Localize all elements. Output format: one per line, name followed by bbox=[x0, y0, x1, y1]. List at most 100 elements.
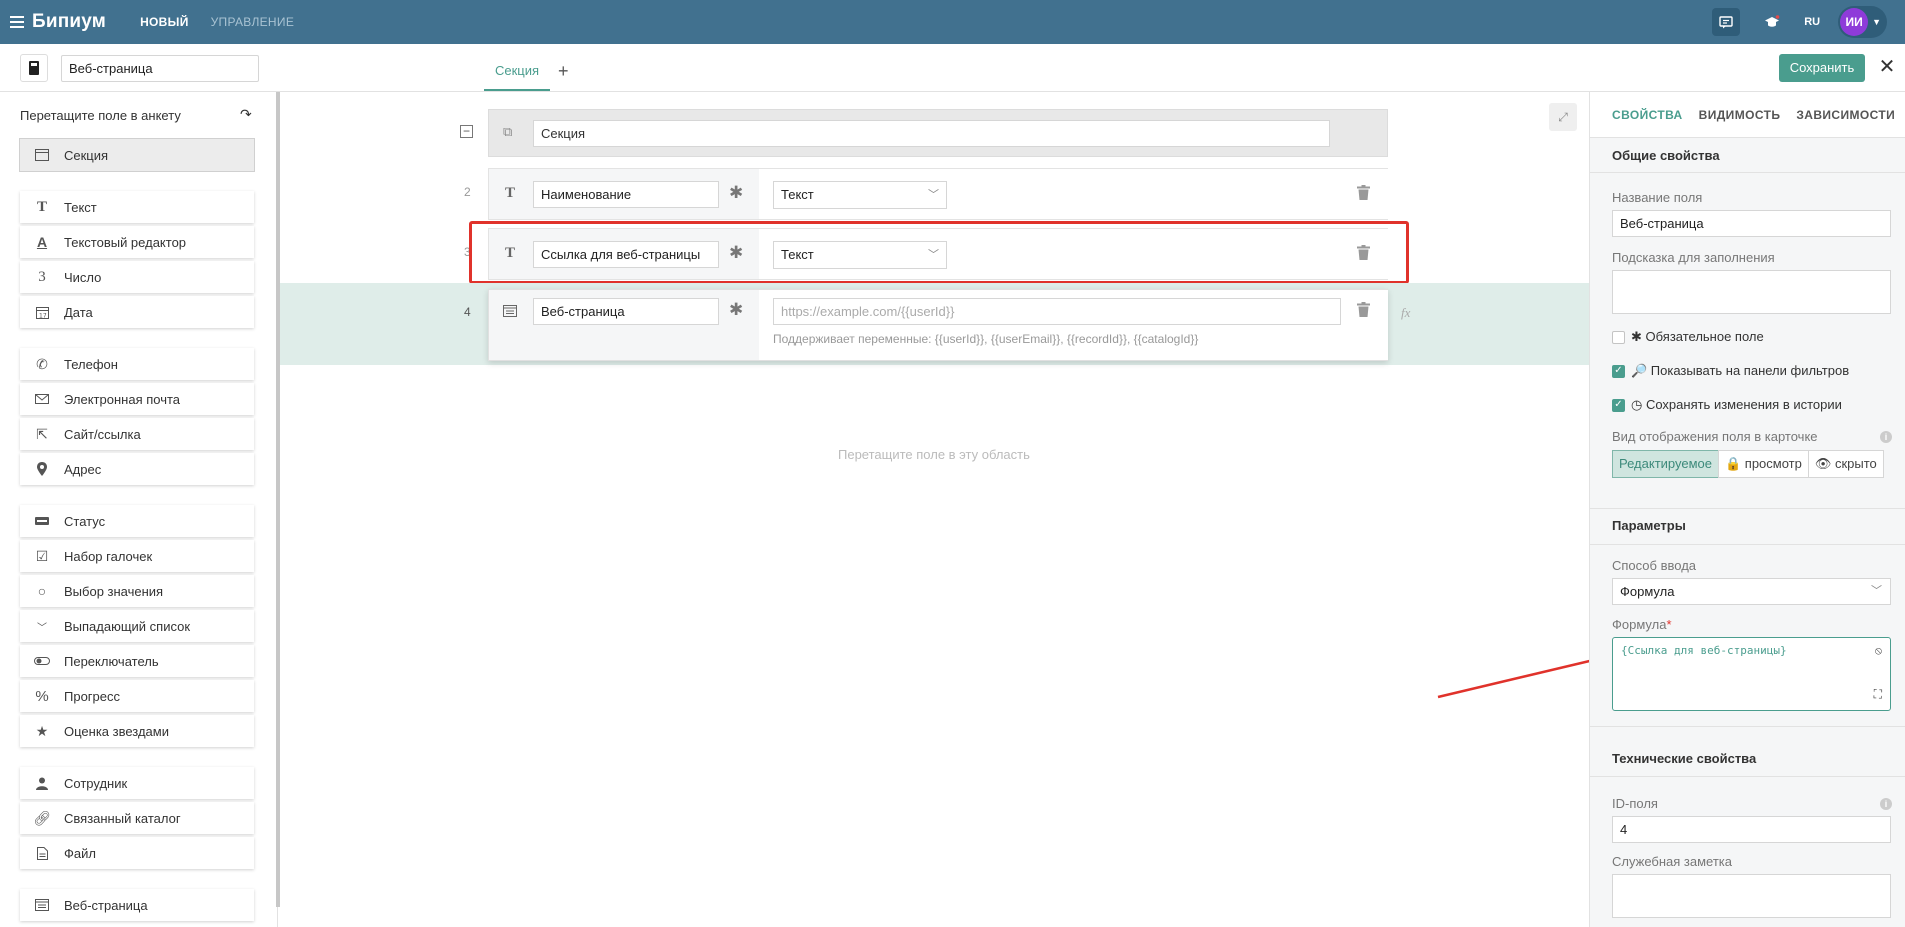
palette-item-webpage[interactable]: Веб-страница bbox=[20, 889, 254, 921]
palette-item-employee[interactable]: Сотрудник bbox=[20, 767, 254, 799]
expand-editor-icon[interactable]: ⛶ bbox=[1874, 687, 1882, 702]
phone-icon: ✆ bbox=[36, 355, 48, 372]
palette-title: Перетащите поле в анкету bbox=[20, 108, 181, 123]
palette-item-label: Набор галочек bbox=[64, 548, 153, 564]
palette-item-label: Файл bbox=[64, 845, 96, 861]
editor-header: Веб-страница Секция + Сохранить ✕ bbox=[0, 44, 1905, 92]
tab-visibility[interactable]: ВИДИМОСТЬ bbox=[1699, 92, 1781, 137]
palette-item-date[interactable]: 17 Дата bbox=[20, 296, 254, 328]
palette-item-text-editor[interactable]: A Текстовый редактор bbox=[20, 226, 254, 258]
catalog-icon[interactable] bbox=[20, 54, 48, 82]
history-checkbox[interactable]: ✓ bbox=[1612, 398, 1625, 412]
field-type-select[interactable]: Текст ﹀ bbox=[773, 181, 947, 209]
tab-properties[interactable]: СВОЙСТВА bbox=[1612, 92, 1683, 137]
palette-item-status[interactable]: Статус bbox=[20, 505, 254, 537]
palette-item-stars[interactable]: ★ Оценка звездами bbox=[20, 715, 254, 747]
section-row[interactable]: ⧉ Секция bbox=[488, 109, 1388, 157]
top-right-tools: RU ИИ ▼ bbox=[1712, 0, 1887, 44]
required-asterisk-icon[interactable]: ✱ bbox=[729, 183, 743, 203]
palette-item-label: Текст bbox=[64, 199, 97, 215]
field-row-name[interactable]: T Наименование ✱ Текст ﹀ bbox=[488, 168, 1388, 220]
palette-item-email[interactable]: Электронная почта bbox=[20, 383, 254, 415]
variables-hint: Поддерживает переменные: {{userId}}, {{u… bbox=[773, 332, 1199, 346]
menu-icon[interactable] bbox=[10, 16, 24, 28]
palette-item-label: Статус bbox=[64, 513, 106, 529]
redo-icon[interactable]: ↷ bbox=[240, 106, 252, 123]
caret-down-icon[interactable]: ▼ bbox=[1872, 17, 1881, 27]
required-label: ✱ Обязательное поле bbox=[1631, 329, 1764, 344]
field-row-webpage[interactable]: Веб-страница ✱ https://example.com/{{use… bbox=[488, 289, 1388, 361]
history-checkbox-row[interactable]: ✓ ◷ Сохранять изменения в истории bbox=[1612, 397, 1842, 413]
trash-icon[interactable] bbox=[1357, 185, 1370, 203]
required-asterisk-icon[interactable]: ✱ bbox=[729, 300, 743, 320]
filters-checkbox-row[interactable]: ✓ 🔎 Показывать на панели фильтров bbox=[1612, 363, 1849, 379]
fill-hint-input[interactable] bbox=[1612, 270, 1891, 314]
language-switcher[interactable]: RU bbox=[1804, 16, 1820, 28]
formula-label: Формула* bbox=[1612, 617, 1672, 632]
input-method-label: Способ ввода bbox=[1612, 558, 1697, 573]
close-icon[interactable]: ✕ bbox=[1877, 57, 1897, 77]
palette-item-site-link[interactable]: ⇱ Сайт/ссылка bbox=[20, 418, 254, 450]
palette-item-label: Текстовый редактор bbox=[64, 234, 187, 250]
nav-new[interactable]: НОВЫЙ bbox=[140, 15, 189, 29]
required-checkbox-row[interactable]: ✱ Обязательное поле bbox=[1612, 329, 1764, 345]
formula-editor[interactable]: {Ссылка для веб-страницы} ⦸ ⛶ bbox=[1612, 637, 1891, 711]
catalog-name-input[interactable]: Веб-страница bbox=[61, 55, 259, 82]
collapse-section-icon[interactable]: − bbox=[460, 125, 473, 138]
chat-icon[interactable] bbox=[1712, 8, 1741, 36]
view-mode-hidden[interactable]: 👁 скрыто bbox=[1807, 450, 1884, 478]
input-method-select[interactable]: Формула ﹀ bbox=[1612, 578, 1891, 605]
palette-item-text[interactable]: T Текст bbox=[20, 191, 254, 223]
palette-item-section[interactable]: Секция bbox=[20, 139, 254, 171]
palette-item-linked-catalog[interactable]: 🔗︎ Связанный каталог bbox=[20, 802, 254, 834]
params-section-title: Параметры bbox=[1612, 518, 1686, 533]
user-menu[interactable]: ИИ ▼ bbox=[1838, 6, 1887, 38]
view-mode-editable[interactable]: Редактируемое bbox=[1612, 450, 1719, 478]
insert-field-icon[interactable]: ⦸ bbox=[1875, 644, 1882, 658]
palette-item-file[interactable]: Файл bbox=[20, 837, 254, 869]
field-id-input[interactable]: 4 bbox=[1612, 816, 1891, 843]
palette-item-checkboxes[interactable]: ☑ Набор галочек bbox=[20, 540, 254, 572]
fullscreen-icon[interactable]: ⤢ bbox=[1549, 103, 1577, 131]
tab-section[interactable]: Секция bbox=[484, 56, 550, 91]
tab-dependencies[interactable]: ЗАВИСИМОСТИ bbox=[1796, 92, 1895, 137]
palette-item-address[interactable]: Адрес bbox=[20, 453, 254, 485]
star-icon: ★ bbox=[35, 722, 49, 739]
panel-tabs: СВОЙСТВА ВИДИМОСТЬ ЗАВИСИМОСТИ bbox=[1590, 92, 1905, 138]
percent-icon: % bbox=[35, 687, 49, 705]
nav-manage[interactable]: УПРАВЛЕНИЕ bbox=[211, 15, 295, 29]
info-icon[interactable]: i bbox=[1880, 798, 1892, 810]
palette-item-label: Электронная почта bbox=[64, 391, 181, 407]
avatar[interactable]: ИИ bbox=[1840, 8, 1869, 36]
palette-item-phone[interactable]: ✆ Телефон bbox=[20, 348, 254, 380]
palette-item-label: Телефон bbox=[64, 356, 118, 372]
view-mode-readonly[interactable]: 🔒 просмотр bbox=[1717, 450, 1809, 478]
formula-fx-icon[interactable]: fx bbox=[1401, 305, 1410, 321]
filters-checkbox[interactable]: ✓ bbox=[1612, 364, 1625, 378]
chevron-down-icon: ﹀ bbox=[37, 622, 47, 634]
url-input[interactable]: https://example.com/{{userId}} bbox=[773, 298, 1341, 325]
required-checkbox[interactable] bbox=[1612, 330, 1625, 344]
palette-item-number[interactable]: 3 Число bbox=[20, 261, 254, 293]
section-name-input[interactable]: Секция bbox=[533, 120, 1330, 147]
palette-item-label: Адрес bbox=[64, 461, 102, 477]
palette-item-progress[interactable]: % Прогресс bbox=[20, 680, 254, 712]
field-name-input[interactable]: Веб-страница bbox=[1612, 210, 1891, 237]
webpage-icon bbox=[503, 305, 517, 320]
education-icon[interactable] bbox=[1758, 8, 1786, 36]
info-icon[interactable]: i bbox=[1880, 431, 1892, 443]
save-button[interactable]: Сохранить bbox=[1779, 54, 1865, 82]
mail-icon bbox=[20, 394, 64, 404]
add-tab-button[interactable]: + bbox=[558, 56, 569, 86]
service-note-input[interactable] bbox=[1612, 874, 1891, 918]
trash-icon[interactable] bbox=[1357, 302, 1370, 320]
field-name-input[interactable]: Наименование bbox=[533, 181, 719, 208]
text-editor-icon: A bbox=[36, 234, 48, 250]
chain-icon: 🔗︎ bbox=[33, 809, 51, 826]
palette-item-toggle[interactable]: Переключатель bbox=[20, 645, 254, 677]
field-name-input[interactable]: Веб-страница bbox=[533, 298, 719, 325]
brand-logo[interactable]: Бипиум bbox=[32, 11, 106, 33]
palette-item-radio[interactable]: ○ Выбор значения bbox=[20, 575, 254, 607]
palette-item-dropdown[interactable]: ﹀ Выпадающий список bbox=[20, 610, 254, 642]
drop-zone-hint: Перетащите поле в эту область bbox=[838, 447, 1030, 462]
